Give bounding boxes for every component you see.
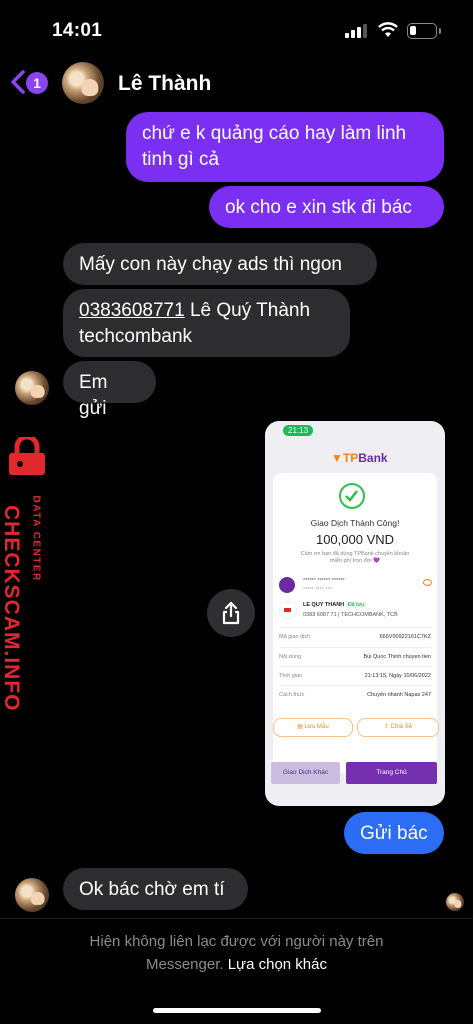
receipt-row: Nội dung Bui Quoc Thinh chuyen tien bbox=[279, 647, 431, 660]
home-indicator[interactable] bbox=[153, 1008, 321, 1013]
eye-icon bbox=[423, 579, 432, 586]
tpbank-avatar-icon bbox=[279, 577, 295, 593]
sender-avatar[interactable] bbox=[15, 371, 49, 405]
unread-badge[interactable]: 1 bbox=[26, 72, 48, 94]
share-receipt-button: ⇪ Chia Sẻ bbox=[357, 718, 439, 737]
contact-name[interactable]: Lê Thành bbox=[118, 72, 211, 96]
account-number-link[interactable]: 0383608771 bbox=[79, 300, 185, 321]
receipt-row: Cách thức Chuyển nhanh Napas 247 bbox=[279, 685, 431, 698]
outgoing-message[interactable]: ok cho e xin stk đi bác bbox=[209, 186, 444, 228]
share-icon bbox=[222, 601, 240, 625]
techcombank-icon bbox=[279, 601, 297, 619]
receipt-from-account-2: ***** **** *** bbox=[303, 587, 332, 593]
signal-icon bbox=[345, 24, 371, 38]
other-transaction-button: Giao Dịch Khác bbox=[271, 762, 340, 784]
battery-icon bbox=[407, 23, 441, 39]
outgoing-message[interactable]: chứ e k quảng cáo hay làm linh tinh gì c… bbox=[126, 112, 444, 182]
home-button: Trang Chủ bbox=[346, 762, 437, 784]
save-template-button: ▤ Lưu Mẫu bbox=[273, 718, 353, 737]
receipt-success-title: Giao Dịch Thành Công! bbox=[310, 518, 400, 528]
lock-icon bbox=[9, 437, 45, 475]
watermark-subtitle: DATA CENTER bbox=[30, 495, 42, 582]
seen-receipt-avatar bbox=[446, 893, 464, 911]
incoming-message[interactable]: Em gửi bbox=[63, 361, 156, 419]
tpbank-logo: ▼TPBank bbox=[331, 451, 388, 465]
receipt-row: Thời gian 21:13:15, Ngày 10/06/2022 bbox=[279, 666, 431, 679]
receipt-recipient-name: LE QUY THANH Đã lưu bbox=[303, 602, 367, 608]
wifi-icon bbox=[378, 22, 398, 37]
receipt-time: 21:13 bbox=[283, 425, 314, 436]
receipt-image[interactable]: 21:13 ▼TPBank Giao Dịch Thành Công! 100,… bbox=[265, 421, 445, 806]
outgoing-message[interactable]: Gửi bác bbox=[344, 812, 444, 854]
divider bbox=[0, 918, 473, 919]
incoming-message[interactable]: Mấy con này chạy ads thì ngon bbox=[63, 243, 377, 285]
sender-avatar[interactable] bbox=[15, 878, 49, 912]
back-chevron-icon[interactable] bbox=[8, 68, 28, 96]
unavailable-notice: Hiện không liên lạc được với người này t… bbox=[89, 933, 384, 973]
status-time: 14:01 bbox=[52, 20, 103, 41]
other-options-link[interactable]: Lựa chọn khác bbox=[228, 956, 327, 973]
receipt-recipient-account: 0383 6087 71 | TECHCOMBANK, TCB bbox=[303, 612, 398, 618]
receipt-from-account: ****** ****** ****** bbox=[303, 578, 345, 584]
receipt-thanks: Cảm ơn bạn đã dùng TPBank chuyển khoản m… bbox=[300, 551, 410, 564]
receipt-row: Mã giao dịch 666V00922161C7KZ bbox=[279, 627, 431, 640]
incoming-message[interactable]: Ok bác chờ em tí bbox=[63, 868, 248, 910]
receipt-amount: 100,000 VND bbox=[315, 532, 395, 547]
share-button[interactable] bbox=[207, 589, 255, 637]
incoming-message[interactable]: 0383608771 Lê Quý Thành techcombank bbox=[63, 289, 350, 357]
contact-avatar[interactable] bbox=[62, 62, 104, 104]
success-check-icon bbox=[339, 483, 365, 509]
watermark-brand: CHECKSCAM.INFO bbox=[0, 505, 23, 712]
